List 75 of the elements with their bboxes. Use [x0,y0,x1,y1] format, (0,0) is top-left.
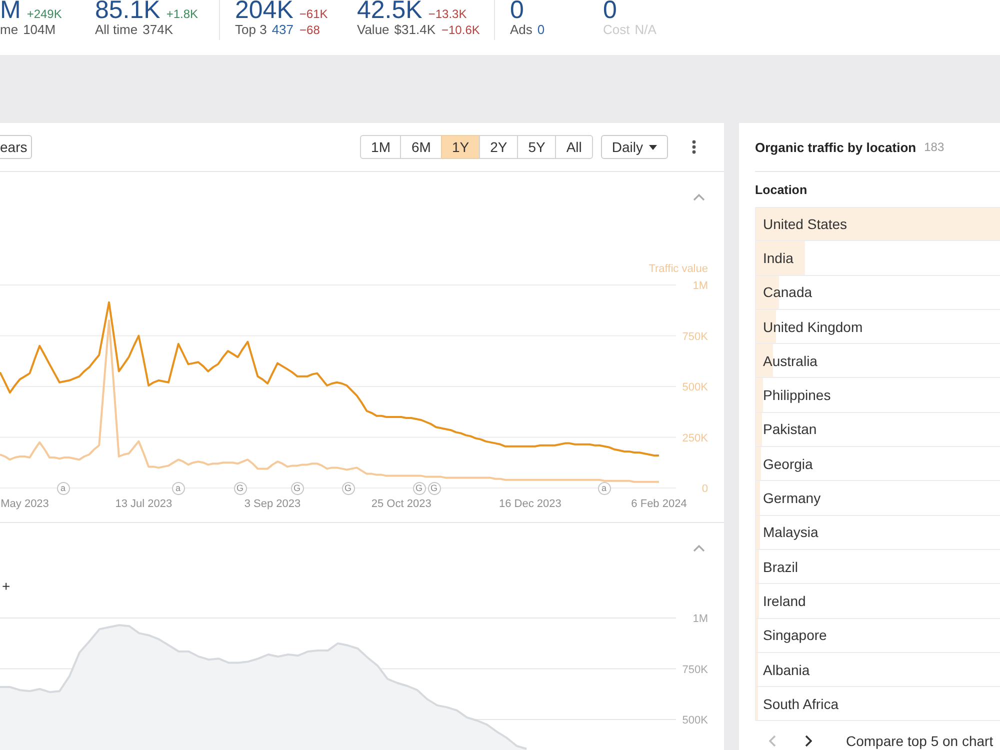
metric-change: +249K [26,7,62,21]
location-count: 183 [924,140,944,154]
y-axis-label: 500K [682,382,708,394]
range-tab[interactable]: 1Y [440,135,480,159]
metric-detail-change: −68 [300,23,320,38]
location-name: Canada [763,284,812,300]
column-header[interactable]: Location [755,182,808,196]
location-name: Brazil [763,558,798,575]
metric-change: −61K [299,7,328,21]
location-name: Pakistan [763,421,817,438]
chevron-up-icon[interactable] [693,544,705,552]
location-name: Germany [763,490,821,506]
location-name: India [763,250,794,266]
metric-value: 42.5K [357,0,422,20]
range-tab[interactable]: 6M [400,135,442,159]
x-axis-label: 25 Oct 2023 [371,498,432,510]
location-name: United Kingdom [763,318,863,335]
range-tab[interactable]: 1M [360,135,402,159]
y-axis-label: 1M [692,613,708,625]
y-axis-label: 0 [702,483,708,495]
metric-value: 204K [235,0,294,20]
x-axis-label: 3 Sep 2023 [244,498,301,510]
y-axis-label: 250K [682,432,708,444]
location-name: South Africa [763,696,838,712]
plus-sign[interactable]: + [2,579,10,593]
chevron-right-icon[interactable] [805,735,812,748]
metric-value: 0 [603,0,617,20]
interval-dropdown[interactable]: Daily [600,135,668,159]
caret-icon [649,144,657,150]
metric-label: me [0,22,18,37]
range-tab[interactable]: All [555,135,593,159]
panel-title: Organic traffic by location [755,140,916,154]
location-name: Ireland [763,592,806,609]
y-axis-label: 500K [682,714,708,726]
metric-label: Value [357,22,390,37]
location-name: Georgia [763,456,813,472]
metric-detail: $31.4K [394,22,436,37]
x-axis-label: 16 Dec 2023 [498,498,562,510]
metric-value: M [0,0,21,20]
metric-detail[interactable]: 437 [272,22,294,37]
metric-label: All time [95,22,138,37]
more-options-icon[interactable] [692,140,696,154]
update-marker[interactable]: G [290,482,304,494]
metric-change: −13.3K [428,7,467,21]
y-axis-label: 750K [682,664,708,676]
metric-detail: 104M [23,22,56,37]
x-axis-label: May 2023 [0,498,49,510]
location-name: Australia [763,352,818,369]
metric-detail-change: −10.6K [442,23,480,38]
x-axis-label: 6 Feb 2024 [631,498,687,510]
metric-change: +1.8K [166,7,198,21]
update-marker[interactable]: G [234,482,246,494]
y-axis-label: 750K [682,330,708,343]
update-marker[interactable]: G [428,482,440,494]
metric-label: Top 3 [235,22,267,37]
metric-detail: 374K [142,22,173,37]
update-marker[interactable]: G [342,482,354,494]
location-name: Albania [763,662,810,678]
metric-value: 85.1K [95,0,160,20]
update-marker[interactable]: G [412,482,426,494]
metric-value: 0 [510,0,524,20]
axis-title: Traffic value [648,263,708,275]
period-button[interactable]: ears [0,135,32,159]
compare-link[interactable]: Compare top 5 on chart [846,733,994,750]
range-tab[interactable]: 2Y [479,135,518,159]
range-tab[interactable]: 5Y [517,135,556,159]
location-name: United States [763,216,848,232]
location-name: Singapore [763,627,827,644]
metric-detail[interactable]: 0 [537,22,545,37]
location-name: Philippines [763,387,831,404]
x-axis-label: 13 Jul 2023 [115,498,172,510]
y-axis-label: 1M [692,280,708,292]
location-name: Malaysia [763,524,818,540]
metric-label: Ads [510,22,532,37]
chevron-up-icon[interactable] [693,192,705,202]
